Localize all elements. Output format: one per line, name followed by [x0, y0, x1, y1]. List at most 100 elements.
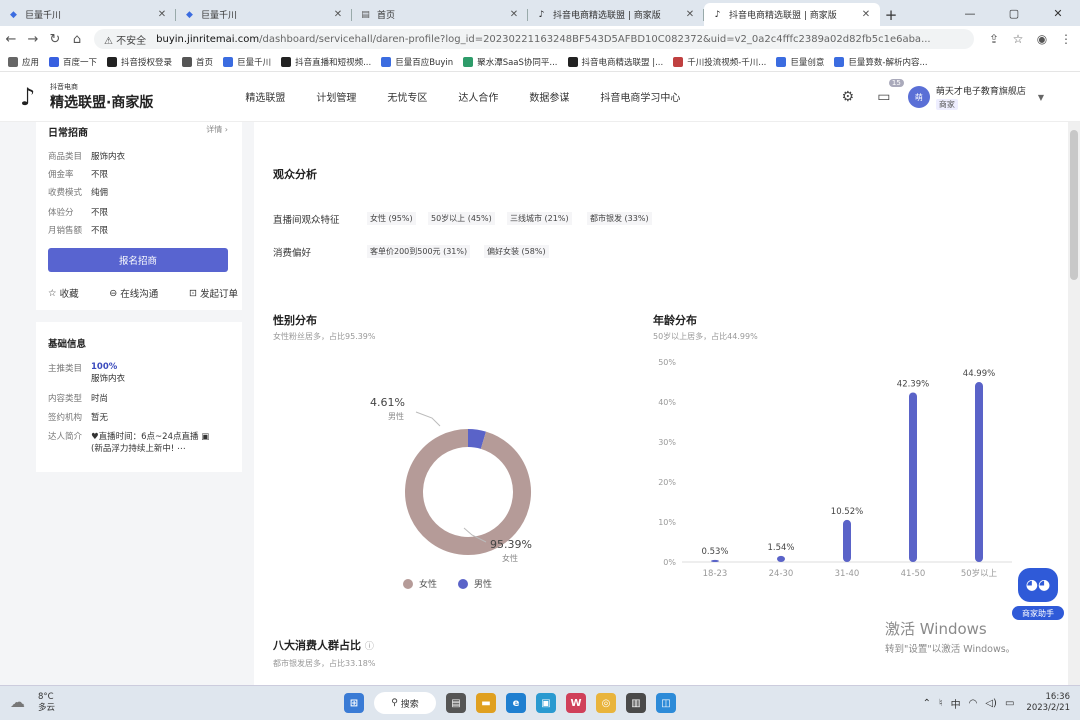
menu-icon[interactable]: ⋮: [1054, 32, 1078, 46]
more-dots-icon[interactable]: ⋯: [177, 444, 186, 454]
task-view-icon[interactable]: ▤: [446, 693, 466, 713]
order-button[interactable]: ⊡ 发起订单: [189, 286, 238, 301]
new-tab-icon[interactable]: +: [880, 3, 902, 26]
wps-icon[interactable]: W: [566, 693, 586, 713]
nav-item-daren[interactable]: 达人合作: [458, 89, 498, 104]
age-bar[interactable]: [843, 519, 851, 562]
y-tick-label: 0%: [663, 558, 676, 567]
app2-icon[interactable]: ▥: [626, 693, 646, 713]
field-content-type: 内容类型 时尚: [48, 392, 108, 404]
info-icon[interactable]: ⓘ: [365, 642, 374, 652]
legend-male[interactable]: 男性: [458, 577, 492, 590]
microphone-icon[interactable]: ♮: [939, 698, 943, 709]
field-intro: 达人简介 ♥直播时间：6点~24点直播 ▣ (新品浮力持续上新中! ⋯: [48, 430, 209, 454]
clock[interactable]: 16:36 2023/2/21: [1026, 692, 1070, 714]
start-icon[interactable]: ⊞: [344, 693, 364, 713]
reload-icon[interactable]: ↻: [44, 32, 66, 47]
close-window-icon[interactable]: ✕: [1036, 0, 1080, 26]
bar-value-label: 10.52%: [831, 507, 863, 517]
address-bar[interactable]: ⚠ 不安全 buyin.jinritemai.com /dashboard/se…: [94, 29, 974, 49]
male-slice[interactable]: [467, 429, 486, 449]
nav-item-wuyou[interactable]: 无忧专区: [387, 89, 427, 104]
shop-avatar[interactable]: 萌: [907, 86, 930, 108]
age-bar[interactable]: [777, 555, 785, 562]
browser-tab[interactable]: ▤ 首页 ✕: [352, 3, 528, 26]
app-icon[interactable]: ▣: [536, 693, 556, 713]
bookmark-item[interactable]: 首页: [182, 56, 213, 68]
home-icon[interactable]: ⌂: [66, 32, 88, 47]
recruit-details-link[interactable]: 详情 ›: [206, 124, 228, 135]
nav-item-jingxuan[interactable]: 精选联盟: [245, 89, 285, 104]
taskbar-search[interactable]: ⚲ 搜索: [374, 692, 436, 714]
forward-icon[interactable]: →: [22, 32, 44, 47]
profile-icon[interactable]: ◉: [1030, 32, 1054, 46]
shop-name[interactable]: 萌天才电子教育旗舰店: [936, 84, 1026, 97]
security-warning[interactable]: ⚠ 不安全: [104, 32, 146, 47]
bookmark-item[interactable]: 巨量百应Buyin: [381, 56, 453, 68]
nav-item-plan[interactable]: 计划管理: [316, 89, 356, 104]
browser-tab[interactable]: ♪ 抖音电商精选联盟 | 商家版 ✕: [704, 3, 880, 26]
bookmark-item[interactable]: 百度一下: [49, 56, 97, 68]
browser-tab[interactable]: ◆ 巨量千川 ✕: [0, 3, 176, 26]
chevron-down-icon[interactable]: ▼: [1038, 93, 1044, 102]
app3-icon[interactable]: ◫: [656, 693, 676, 713]
bookmark-item[interactable]: 应用: [8, 56, 39, 68]
bookmark-favicon-icon: [107, 56, 118, 67]
close-tab-icon[interactable]: ✕: [860, 9, 872, 20]
bookmark-item[interactable]: 抖音授权登录: [107, 56, 172, 68]
bookmark-item[interactable]: 聚水潭SaaS协同平...: [463, 56, 558, 68]
bookmark-item[interactable]: 巨量算数-解析内容...: [834, 56, 928, 68]
bookmark-item[interactable]: 巨量创意: [776, 56, 824, 68]
close-tab-icon[interactable]: ✕: [332, 9, 344, 20]
favorite-button[interactable]: ☆ 收藏: [48, 286, 79, 301]
chat-button[interactable]: ⊖ 在线沟通: [109, 286, 158, 301]
nav-item-data[interactable]: 数据参谋: [529, 89, 569, 104]
legend-female-label: 女性: [419, 580, 438, 590]
age-bar[interactable]: [909, 392, 917, 562]
bookmark-item[interactable]: 抖音电商精选联盟 |...: [567, 56, 663, 68]
back-icon[interactable]: ←: [0, 32, 22, 47]
edge-icon[interactable]: e: [506, 693, 526, 713]
nav-item-learning[interactable]: 抖音电商学习中心: [600, 89, 680, 104]
bar-value-label: 1.54%: [767, 543, 794, 553]
details-label: 详情: [206, 125, 223, 134]
weather-widget[interactable]: ☁ 8°C 多云: [10, 692, 55, 714]
close-tab-icon[interactable]: ✕: [508, 9, 520, 20]
minimize-icon[interactable]: —: [948, 0, 992, 26]
browser-tab[interactable]: ◆ 巨量千川 ✕: [176, 3, 352, 26]
share-icon[interactable]: ⇪: [982, 32, 1006, 46]
apply-recruit-button[interactable]: 报名招商: [48, 248, 228, 272]
legend-female[interactable]: 女性: [403, 577, 437, 590]
main-content: 观众分析 直播间观众特征 女性 (95%) 50岁以上 (45%) 三线城市 (…: [254, 122, 1068, 685]
recruit-card: 日常招商 详情 › 商品类目 服饰内衣 佣金率 不限 收费模式 纯佣 体验分 不限 月销…: [36, 122, 242, 310]
browser-tab[interactable]: ♪ 抖音电商精选联盟 | 商家版 ✕: [528, 3, 704, 26]
app-logo[interactable]: ♪ 抖音电商 精选联盟·商家版: [20, 82, 153, 112]
female-slice[interactable]: [405, 429, 531, 555]
age-bar[interactable]: [975, 382, 983, 562]
tray-chevron-icon[interactable]: ⌃: [923, 698, 931, 709]
age-bar[interactable]: [711, 559, 719, 562]
bookmark-star-icon[interactable]: ☆: [1006, 32, 1030, 46]
battery-icon[interactable]: ▭: [1005, 698, 1014, 709]
ime-indicator[interactable]: 中: [951, 696, 961, 711]
bookmark-label: 巨量算数-解析内容...: [848, 57, 928, 68]
file-explorer-icon[interactable]: ▬: [476, 693, 496, 713]
chrome-icon[interactable]: ◎: [596, 693, 616, 713]
maximize-icon[interactable]: ▢: [992, 0, 1036, 26]
bookmark-label: 聚水潭SaaS协同平...: [477, 57, 558, 68]
scrollbar-thumb[interactable]: [1070, 130, 1078, 280]
bookmark-item[interactable]: 抖音直播和短视频...: [281, 56, 371, 68]
app-header: ♪ 抖音电商 精选联盟·商家版 精选联盟 计划管理 无忧专区 达人合作 数据参谋…: [0, 72, 1080, 122]
bookmark-item[interactable]: 巨量千川: [223, 56, 271, 68]
volume-icon[interactable]: ◁): [985, 698, 997, 709]
temperature: 8°C: [38, 692, 54, 702]
field-key: 签约机构: [48, 413, 83, 423]
message-icon[interactable]: ▭ 15: [872, 79, 904, 109]
close-tab-icon[interactable]: ✕: [684, 9, 696, 20]
close-tab-icon[interactable]: ✕: [156, 9, 168, 20]
wifi-icon[interactable]: ◠: [969, 698, 978, 709]
merchant-assistant[interactable]: ◕◕ 商家助手: [1012, 568, 1064, 626]
basic-info-title: 基础信息: [48, 339, 87, 350]
bookmark-item[interactable]: 千川投流视频-千川...: [673, 56, 766, 68]
settings-gear-icon[interactable]: ⚙: [836, 85, 860, 109]
